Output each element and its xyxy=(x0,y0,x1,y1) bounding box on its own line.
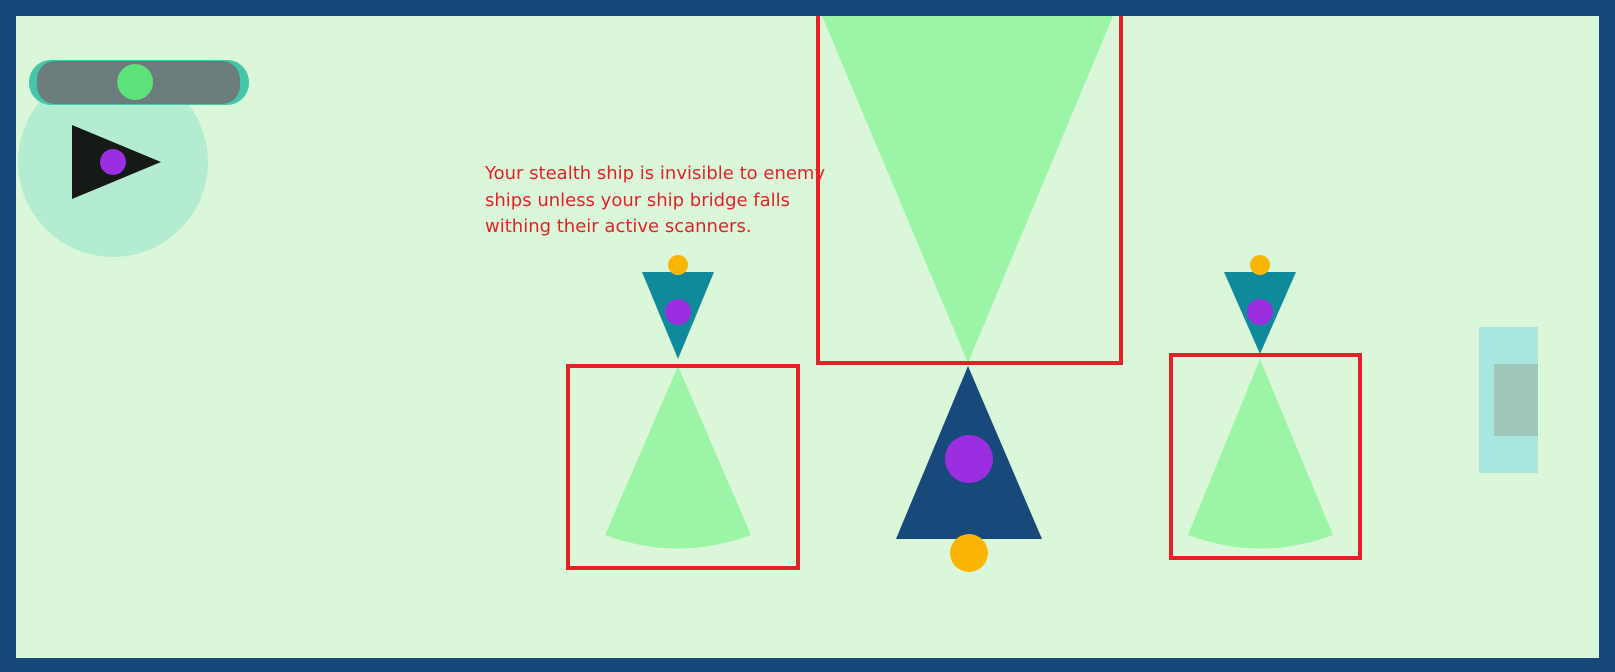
player-ship-bridge xyxy=(100,149,126,175)
stealth-slider-knob[interactable] xyxy=(117,64,154,100)
enemy-bridge-left xyxy=(665,299,691,325)
enemy-bridge-right xyxy=(1247,299,1273,325)
enemy-engine-left xyxy=(668,255,688,275)
game-frame: Your stealth ship is invisible to enemy … xyxy=(0,0,1615,672)
enemy-bridge-center xyxy=(945,435,993,483)
enemy-engine-right xyxy=(1250,255,1270,275)
game-scene xyxy=(16,16,1599,658)
enemy-engine-center xyxy=(950,534,988,572)
game-background xyxy=(16,16,1599,658)
tutorial-text: Your stealth ship is invisible to enemy … xyxy=(485,163,826,237)
side-button-inner xyxy=(1494,364,1538,436)
